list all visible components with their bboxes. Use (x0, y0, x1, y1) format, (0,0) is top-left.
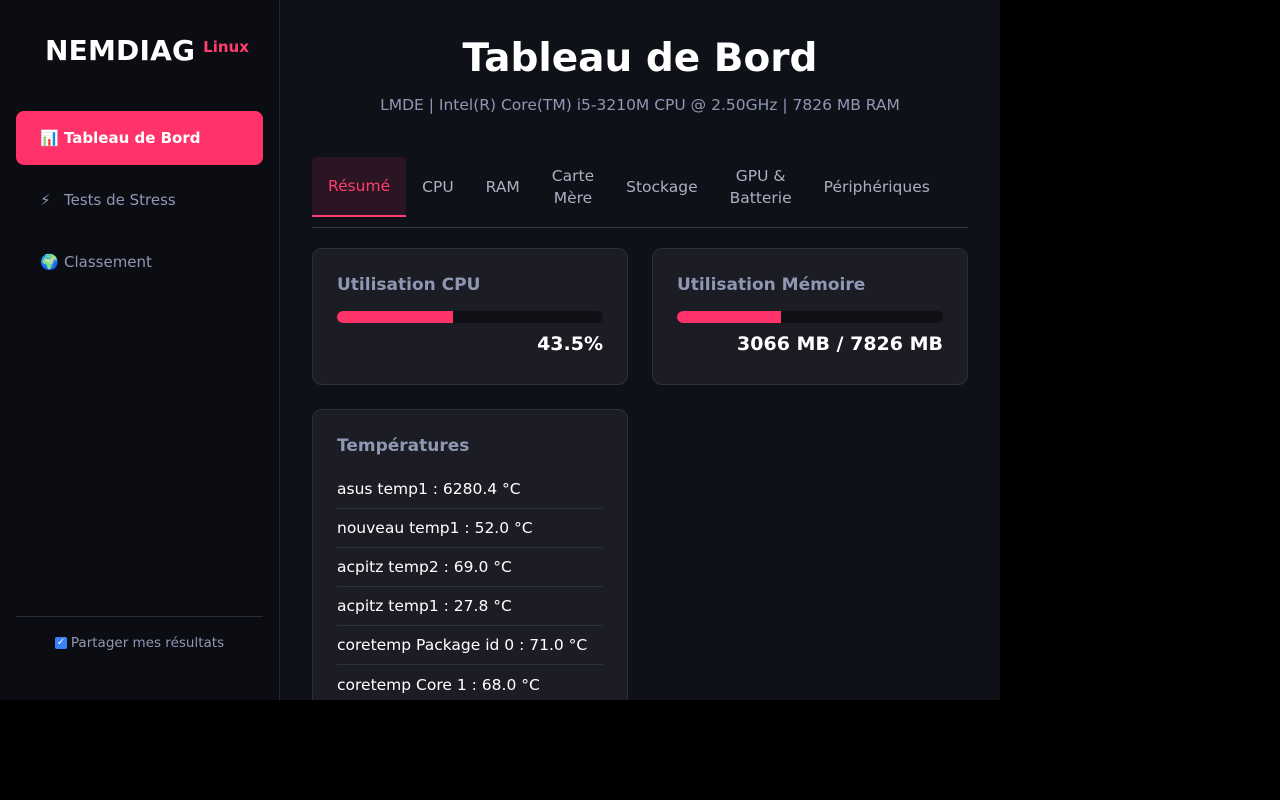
temperature-row: acpitz temp1 : 27.8 °C (337, 587, 603, 626)
share-checkbox[interactable]: ✓ (54, 637, 67, 649)
temperature-row: asus temp1 : 6280.4 °C (337, 470, 603, 509)
globe-icon: 🌍 (40, 253, 59, 271)
brand-os-badge: Linux (203, 38, 249, 56)
card-title: Températures (337, 436, 470, 456)
tab-summary[interactable]: Résumé (312, 157, 407, 217)
system-info-subtitle: LMDE | Intel(R) Core(TM) i5-3210M CPU @ … (380, 96, 900, 114)
brand-name: NEMDIAG (45, 34, 196, 67)
sidebar: NEMDIAG Linux 📊 Tableau de Bord ⚡ Tests … (0, 0, 280, 700)
sidebar-item-stress-tests[interactable]: ⚡ Tests de Stress (16, 173, 263, 227)
bar-chart-icon: 📊 (40, 129, 59, 147)
tab-storage[interactable]: Stockage (610, 157, 714, 217)
temperature-row: coretemp Package id 0 : 71.0 °C (337, 626, 603, 665)
share-label[interactable]: Partager mes résultats (71, 635, 224, 651)
tab-motherboard[interactable]: Carte Mère (536, 157, 610, 217)
card-title: Utilisation Mémoire (677, 275, 866, 295)
tab-ram[interactable]: RAM (470, 157, 536, 217)
memory-usage-value: 3066 MB / 7826 MB (737, 333, 943, 355)
memory-usage-bar-fill (677, 311, 782, 323)
memory-usage-card: Utilisation Mémoire 3066 MB / 7826 MB (652, 248, 968, 385)
tab-peripherals[interactable]: Périphériques (808, 157, 946, 217)
app-window: NEMDIAG Linux 📊 Tableau de Bord ⚡ Tests … (0, 0, 1000, 700)
cpu-usage-bar-fill (337, 311, 453, 323)
temperature-row: coretemp Core 1 : 68.0 °C (337, 675, 540, 694)
sidebar-item-dashboard[interactable]: 📊 Tableau de Bord (16, 111, 263, 165)
tab-label: Carte Mère (551, 167, 595, 207)
temperature-row: acpitz temp2 : 69.0 °C (337, 548, 603, 587)
temperature-list: asus temp1 : 6280.4 °C nouveau temp1 : 5… (337, 470, 603, 700)
temperature-row: nouveau temp1 : 52.0 °C (337, 509, 603, 548)
sidebar-item-label: Tests de Stress (64, 191, 176, 209)
memory-usage-bar (677, 311, 943, 323)
sidebar-footer: ✓ Partager mes résultats (16, 616, 263, 651)
card-title: Utilisation CPU (337, 275, 481, 295)
sidebar-item-label: Classement (64, 253, 152, 271)
brand: NEMDIAG Linux (45, 34, 249, 67)
cpu-usage-bar (337, 311, 603, 323)
temperatures-card: Températures asus temp1 : 6280.4 °C nouv… (312, 409, 628, 700)
sidebar-item-ranking[interactable]: 🌍 Classement (16, 235, 263, 289)
lightning-icon: ⚡ (40, 191, 51, 209)
cpu-usage-card: Utilisation CPU 43.5% (312, 248, 628, 385)
page-title: Tableau de Bord (462, 36, 818, 81)
main-content: Tableau de Bord LMDE | Intel(R) Core(TM)… (280, 0, 1000, 700)
tab-label: GPU & Batterie (729, 167, 792, 207)
tab-bar: Résumé CPU RAM Carte Mère Stockage GPU &… (312, 157, 968, 228)
tab-gpu-battery[interactable]: GPU & Batterie (714, 157, 808, 217)
cpu-usage-value: 43.5% (537, 333, 603, 355)
sidebar-item-label: Tableau de Bord (64, 129, 201, 147)
sidebar-nav: 📊 Tableau de Bord ⚡ Tests de Stress 🌍 Cl… (16, 111, 263, 297)
tab-cpu[interactable]: CPU (406, 157, 470, 217)
